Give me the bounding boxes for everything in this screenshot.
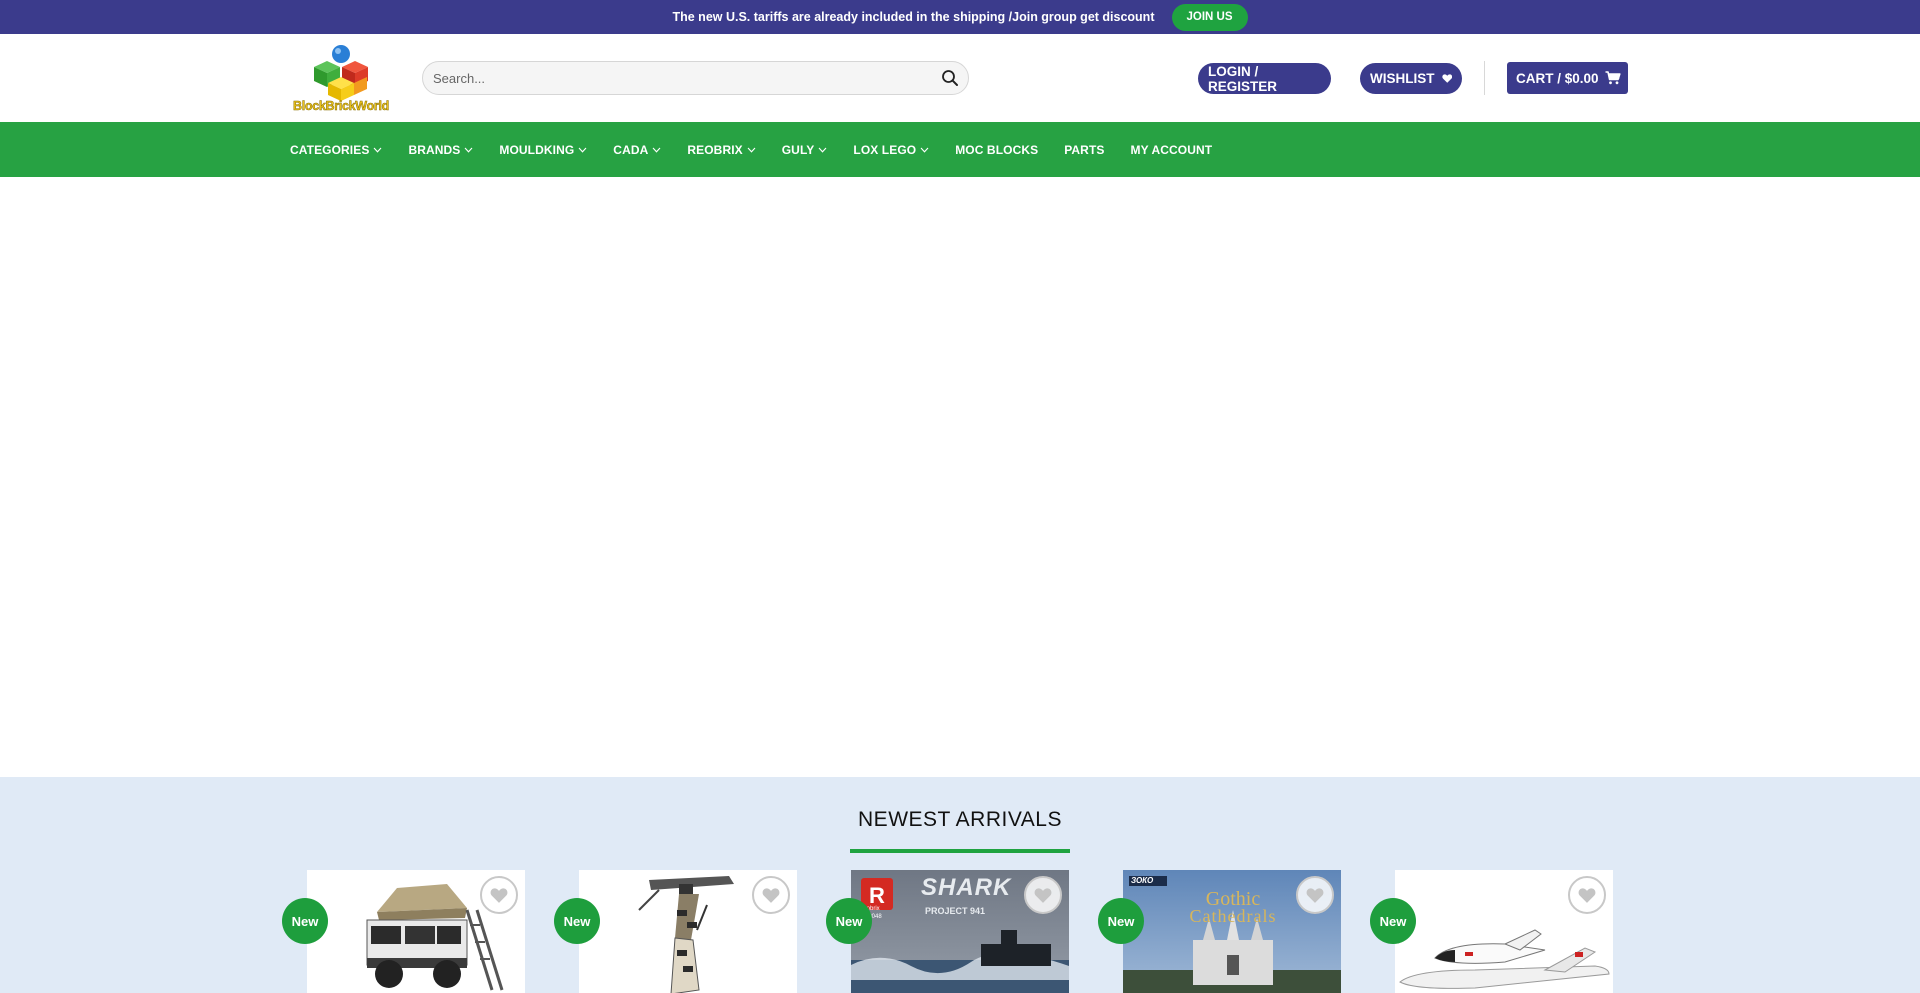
nav-item-label: LOX LEGO (853, 142, 917, 157)
nav-item-label: GULY (781, 142, 815, 157)
nav-item-categories[interactable]: CATEGORIES (290, 143, 382, 157)
search-icon[interactable] (941, 69, 959, 87)
login-register-button[interactable]: LOGIN / REGISTER (1198, 63, 1331, 94)
new-badge: New (1098, 898, 1144, 944)
nav-item-label: MOULDKING (499, 142, 575, 157)
section-title: NEWEST ARRIVALS (858, 808, 1062, 831)
product-brand-text: ЗОКО (1131, 876, 1154, 885)
cart-label: CART / $0.00 (1516, 70, 1599, 86)
wishlist-label: WISHLIST (1370, 71, 1435, 86)
chevron-down-icon (818, 147, 827, 153)
nav-item-label: MY ACCOUNT (1130, 142, 1213, 157)
nav-item-cada[interactable]: CADA (613, 143, 661, 157)
announcement-bar: The new U.S. tariffs are already include… (0, 0, 1920, 34)
site-header: BlockBrickWorld LOGIN / REGISTER WISHLIS… (0, 34, 1920, 122)
main-navigation: CATEGORIES BRANDS MOULDKING CADA REOBRIX… (0, 122, 1920, 177)
logo-cubes-icon (314, 45, 368, 101)
new-badge: New (554, 898, 600, 944)
nav-item-lox-lego[interactable]: LOX LEGO (853, 143, 929, 157)
add-to-wishlist-button[interactable] (1024, 876, 1062, 914)
nav-item-label: PARTS (1064, 142, 1105, 157)
nav-item-label: MOC BLOCKS (955, 142, 1039, 157)
hero-banner-area (0, 177, 1920, 777)
newest-arrivals-section: NEWEST ARRIVALS New New R SHARK PROJECT … (0, 777, 1920, 993)
nav-item-my-account[interactable]: MY ACCOUNT (1130, 143, 1212, 157)
nav-item-reobrix[interactable]: REOBRIX (687, 142, 756, 157)
heart-icon (1306, 887, 1324, 903)
new-badge: New (282, 898, 328, 944)
nav-item-parts[interactable]: PARTS (1064, 143, 1104, 157)
new-badge: New (1370, 898, 1416, 944)
nav-item-brands[interactable]: BRANDS (408, 143, 473, 157)
login-register-label: LOGIN / REGISTER (1208, 63, 1278, 94)
new-badge: New (826, 898, 872, 944)
heart-icon (1441, 74, 1452, 83)
nav-item-label: CADA (613, 142, 649, 157)
add-to-wishlist-button[interactable] (480, 876, 518, 914)
chevron-down-icon (652, 147, 661, 153)
search-bar (422, 61, 969, 95)
heart-icon (1034, 887, 1052, 903)
chevron-down-icon (578, 147, 587, 153)
announcement-text: The new U.S. tariffs are already include… (672, 10, 1155, 24)
nav-item-moc-blocks[interactable]: MOC BLOCKS (955, 143, 1038, 157)
nav-item-guly[interactable]: GULY (782, 143, 828, 157)
site-logo[interactable]: BlockBrickWorld (289, 43, 393, 115)
add-to-wishlist-button[interactable] (1296, 876, 1334, 914)
chevron-down-icon (747, 147, 756, 153)
add-to-wishlist-button[interactable] (752, 876, 790, 914)
title-underline (850, 849, 1070, 853)
chevron-down-icon (920, 147, 929, 153)
heart-icon (762, 887, 780, 903)
product-image-subtitle: PROJECT 941 (925, 906, 986, 916)
header-divider (1484, 61, 1485, 95)
search-input[interactable] (433, 62, 913, 94)
logo-text: BlockBrickWorld (293, 99, 390, 114)
heart-icon (490, 887, 508, 903)
product-image-subtitle: Cathedrals (1189, 906, 1277, 926)
nav-item-label: REOBRIX (687, 142, 743, 157)
wishlist-button[interactable]: WISHLIST (1360, 63, 1462, 94)
nav-item-label: BRANDS (408, 142, 461, 157)
nav-item-label: CATEGORIES (290, 142, 370, 157)
cart-icon (1605, 71, 1621, 85)
chevron-down-icon (374, 147, 382, 153)
chevron-down-icon (464, 147, 473, 153)
heart-icon (1578, 887, 1596, 903)
join-us-button[interactable]: JOIN US (1171, 3, 1248, 31)
cart-button[interactable]: CART / $0.00 (1507, 62, 1628, 94)
add-to-wishlist-button[interactable] (1568, 876, 1606, 914)
nav-item-mouldking[interactable]: MOULDKING (499, 143, 587, 157)
svg-text:R: R (869, 883, 885, 908)
